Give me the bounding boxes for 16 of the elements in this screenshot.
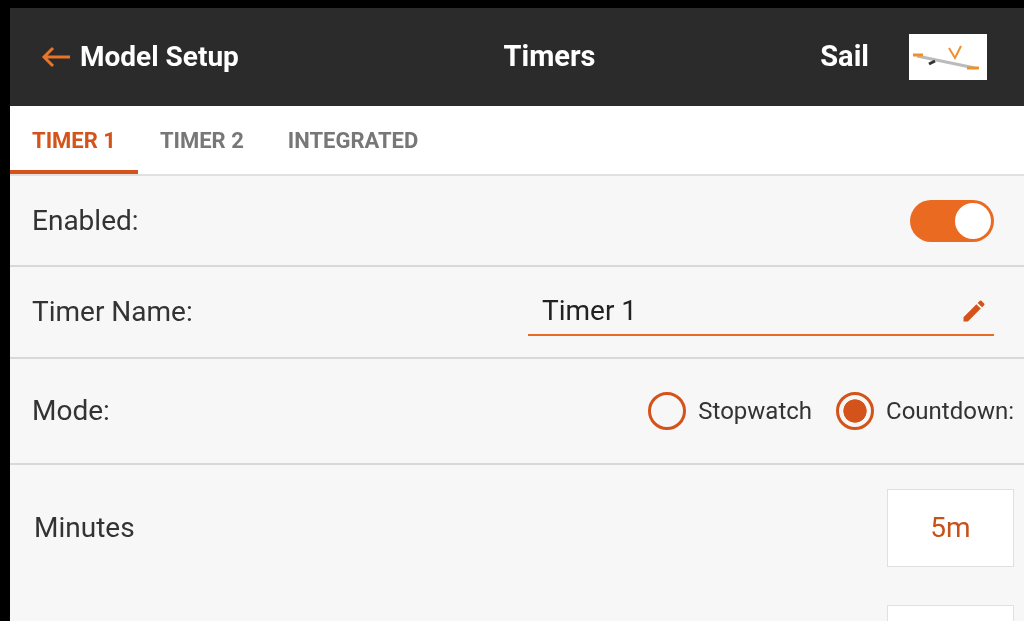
tab[interactable]: INTEGRATED <box>265 106 441 174</box>
toggle-switch[interactable] <box>910 199 994 242</box>
radio-option[interactable]: Countdown: <box>836 392 1014 430</box>
timer-name-field[interactable]: Timer 1 <box>528 288 994 336</box>
field-label: Enabled: <box>32 202 140 239</box>
screen-title: Timers <box>503 38 596 76</box>
radio-option[interactable]: Stopwatch <box>648 392 813 430</box>
back-arrow-icon <box>40 45 72 69</box>
field-label: Mode: <box>32 393 111 429</box>
field-label: Timer Name: <box>32 294 194 330</box>
field-label: Minutes <box>34 510 136 546</box>
tab[interactable]: TIMER 1 <box>10 106 138 174</box>
minutes-field[interactable]: 5m <box>887 489 1014 567</box>
model-name: Sail <box>820 38 869 76</box>
back-button[interactable]: Model Setup <box>40 36 239 78</box>
tab[interactable]: TIMER 2 <box>137 106 266 174</box>
